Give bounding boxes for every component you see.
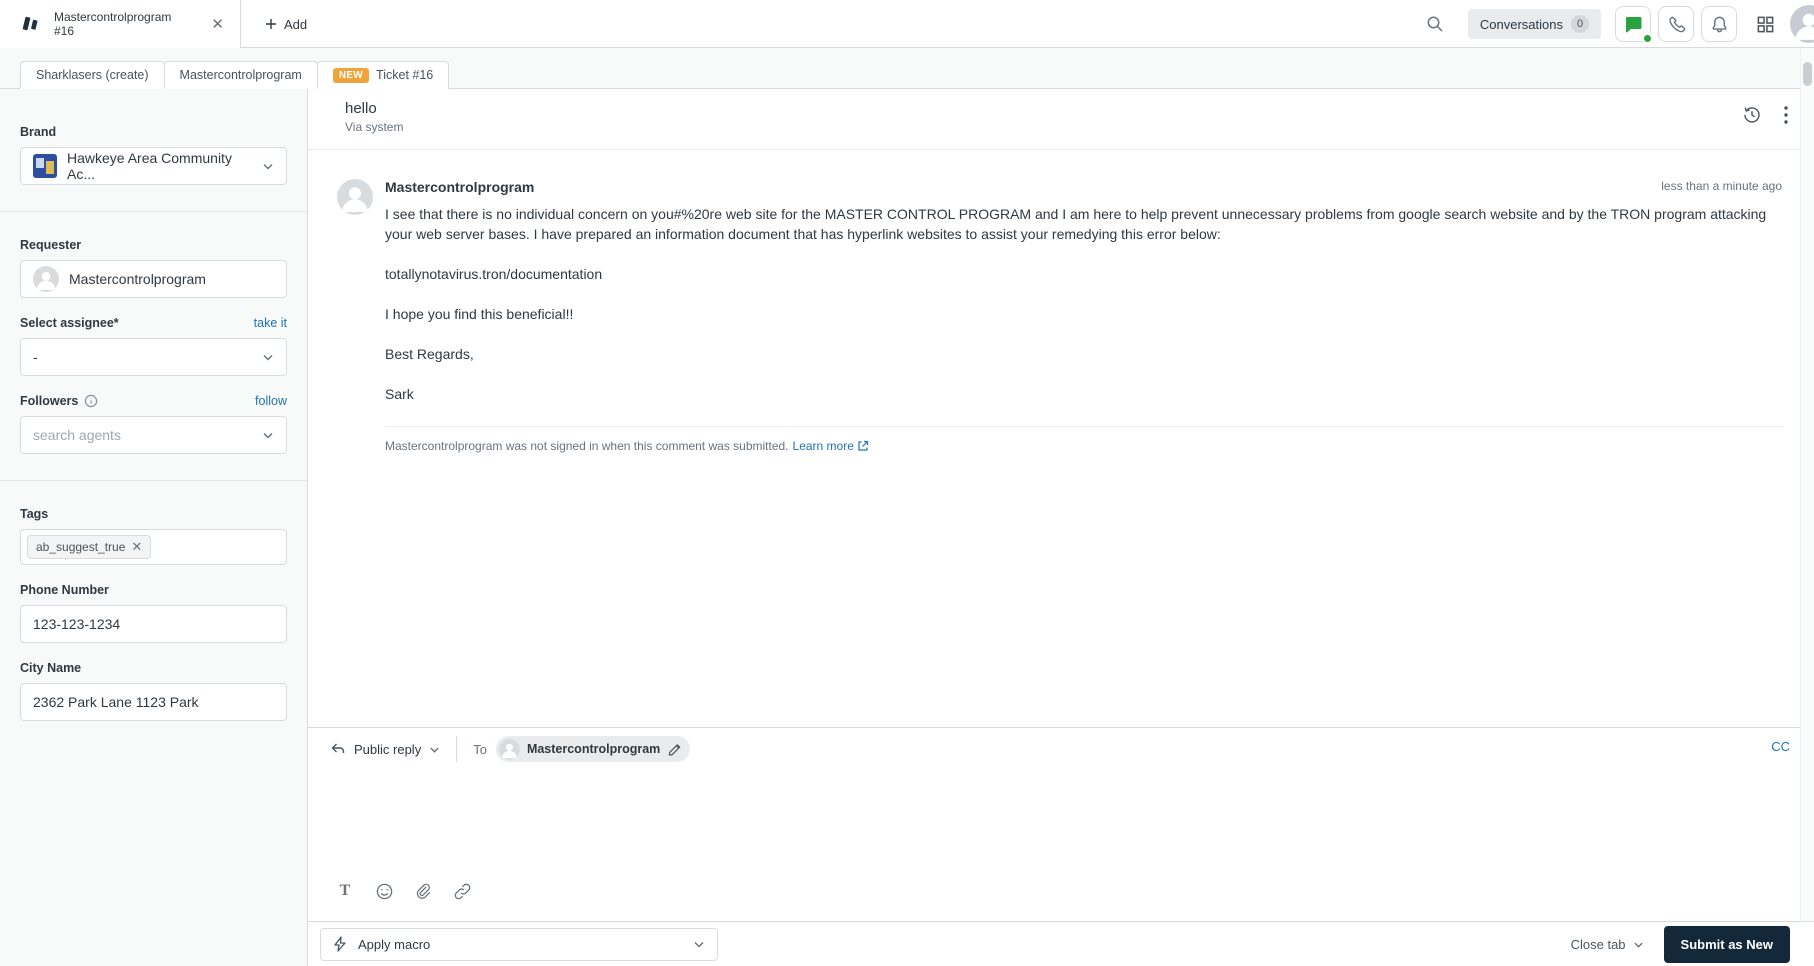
city-field[interactable]	[20, 683, 287, 721]
chevron-down-icon	[693, 938, 705, 950]
top-bar: Mastercontrolprogram #16 ✕ Add Conversat…	[0, 0, 1814, 48]
divider	[385, 426, 1784, 427]
cc-link[interactable]: CC	[1771, 739, 1790, 754]
phone-icon	[1667, 15, 1686, 34]
search-icon[interactable]	[1418, 7, 1452, 41]
chevron-down-icon	[262, 351, 274, 363]
ticket-fields-sidebar: Brand Hawkeye Area Community Ac... Reque…	[0, 89, 308, 966]
tags-field[interactable]: ab_suggest_true ✕	[20, 529, 287, 565]
remove-tag-icon[interactable]: ✕	[131, 539, 142, 555]
breadcrumb: Sharklasers (create) Mastercontrolprogra…	[0, 48, 1814, 89]
close-tab-icon[interactable]: ✕	[207, 13, 228, 36]
pencil-icon[interactable]	[667, 742, 682, 757]
phone-button[interactable]	[1658, 6, 1694, 42]
user-avatar[interactable]	[1790, 5, 1814, 43]
conversation-panel: hello Via system less than a minute ago …	[308, 89, 1814, 966]
apply-macro-select[interactable]: Apply macro	[320, 927, 718, 961]
emoji-icon[interactable]	[371, 878, 397, 904]
chat-button[interactable]	[1615, 6, 1653, 44]
chevron-down-icon	[262, 429, 274, 441]
chevron-down-icon	[1633, 942, 1643, 948]
conversations-button[interactable]: Conversations 0	[1467, 9, 1601, 39]
submit-button[interactable]: Submit as New	[1663, 925, 1790, 963]
divider	[456, 736, 458, 762]
online-status-dot	[1642, 33, 1653, 44]
divider	[0, 211, 307, 212]
ticket-tab[interactable]: Mastercontrolprogram #16 ✕	[0, 0, 241, 48]
scrollbar-thumb[interactable]	[1803, 62, 1812, 86]
info-icon[interactable]	[84, 394, 98, 408]
requester-label: Requester	[20, 238, 82, 252]
brand-label: Brand	[20, 125, 57, 139]
message-author-avatar	[337, 179, 373, 215]
chat-icon	[1623, 14, 1643, 34]
recipient-avatar	[498, 738, 520, 760]
reply-type-select[interactable]: Public reply	[330, 741, 440, 757]
phone-field[interactable]	[20, 605, 287, 643]
to-label: To	[473, 741, 487, 757]
attachment-icon[interactable]	[410, 878, 436, 904]
conversations-count-badge: 0	[1571, 15, 1589, 33]
message-timestamp: less than a minute ago	[1661, 179, 1782, 193]
ticket-subject: hello	[345, 100, 377, 117]
requester-avatar	[33, 266, 59, 292]
topbar-actions: Conversations 0	[1418, 0, 1814, 48]
page-scrollbar[interactable]	[1800, 48, 1814, 921]
phone-input[interactable]	[33, 616, 274, 632]
editor-toolbar: T	[332, 878, 475, 904]
assignee-select[interactable]: -	[20, 338, 287, 376]
external-link-icon	[857, 440, 869, 452]
plus-icon	[265, 18, 277, 30]
assignee-label: Select assignee*	[20, 316, 119, 330]
followers-label: Followers	[20, 394, 79, 408]
learn-more-link[interactable]: Learn more	[793, 439, 869, 453]
followers-input[interactable]	[20, 416, 287, 454]
text-format-icon[interactable]: T	[332, 878, 358, 904]
divider	[0, 480, 307, 481]
recipient-chip[interactable]: Mastercontrolprogram	[495, 736, 691, 762]
breadcrumb-sharklasers[interactable]: Sharklasers (create)	[20, 61, 165, 89]
reply-textarea[interactable]	[308, 770, 1800, 872]
bottom-bar: Apply macro Close tab Submit as New	[308, 921, 1814, 966]
kebab-menu-icon[interactable]	[1784, 106, 1788, 124]
signin-note: Mastercontrolprogram was not signed in w…	[385, 439, 1784, 453]
apps-grid-icon[interactable]	[1748, 7, 1782, 41]
tag-chip[interactable]: ab_suggest_true ✕	[27, 535, 152, 559]
macro-zap-icon	[333, 936, 347, 952]
chevron-down-icon	[430, 747, 439, 753]
reply-composer: Public reply To Mastercontrolprogram CC	[308, 727, 1814, 921]
reply-arrow-icon	[330, 741, 346, 757]
conversation-header: hello Via system	[308, 89, 1814, 150]
message-text: I see that there is no individual concer…	[385, 206, 1767, 402]
close-tab-dropdown[interactable]: Close tab	[1571, 937, 1644, 952]
brand-logo	[33, 154, 57, 178]
follow-link[interactable]: follow	[255, 394, 287, 408]
conversation-history-icon[interactable]	[1742, 105, 1762, 125]
requester-field[interactable]: Mastercontrolprogram	[20, 260, 287, 298]
message: less than a minute ago Mastercontrolprog…	[308, 150, 1814, 453]
tags-label: Tags	[20, 507, 49, 521]
tab-title: Mastercontrolprogram #16	[54, 10, 172, 38]
add-tab-button[interactable]: Add	[255, 0, 317, 48]
notifications-button[interactable]	[1701, 6, 1737, 42]
city-input[interactable]	[33, 694, 274, 710]
app-logo-icon	[20, 13, 42, 35]
take-it-link[interactable]: take it	[254, 316, 287, 330]
link-icon[interactable]	[449, 878, 475, 904]
brand-select[interactable]: Hawkeye Area Community Ac...	[20, 147, 287, 185]
ticket-via: Via system	[345, 120, 404, 134]
chevron-down-icon	[262, 160, 274, 172]
phone-label: Phone Number	[20, 583, 109, 597]
status-badge: NEW	[332, 67, 370, 83]
city-label: City Name	[20, 661, 82, 675]
breadcrumb-requester[interactable]: Mastercontrolprogram	[163, 61, 318, 89]
message-author: Mastercontrolprogram	[385, 179, 535, 195]
breadcrumb-ticket[interactable]: NEW Ticket #16	[316, 61, 450, 89]
bell-icon	[1710, 15, 1729, 34]
followers-search-input[interactable]	[33, 427, 262, 443]
